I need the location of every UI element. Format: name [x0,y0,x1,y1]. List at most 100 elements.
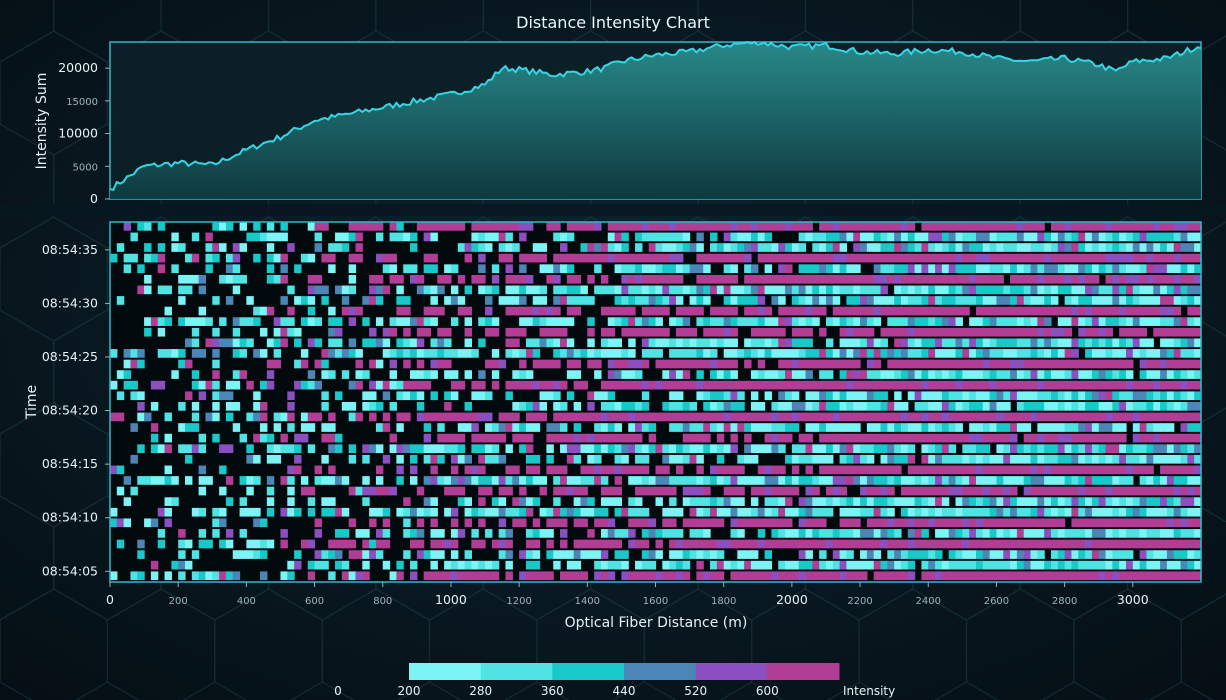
heatmap-cell [798,476,807,485]
heatmap-cell [791,370,800,379]
heatmap-cell [219,486,227,496]
heatmap-cell [539,507,547,517]
heatmap-cell [982,529,991,538]
heatmap-cell [962,349,970,358]
heatmap-cell [757,423,766,432]
heatmap-cell [1030,412,1038,422]
heatmap-cell [771,476,779,485]
heatmap-cell [948,349,957,358]
heatmap-cell [969,571,977,581]
heatmap-cell [873,222,882,231]
heatmap-cell [450,264,459,274]
heatmap-cell [1166,317,1175,326]
heatmap-cell [553,349,561,358]
heatmap-cell [1050,433,1059,443]
heatmap-cell [1119,529,1127,538]
heatmap-cell [478,571,486,581]
heatmap-cell [1078,338,1086,348]
heatmap-cell [860,338,868,348]
heatmap-cell [839,317,848,326]
heatmap-cell [1044,476,1052,485]
heatmap-cell [1119,370,1127,379]
heatmap-cell [150,380,159,390]
heatmap-cell [1064,465,1073,475]
heatmap-cell [1187,243,1195,252]
top-y-tick-label: 15000 [66,97,98,108]
heatmap-cell [1023,486,1032,496]
heatmap-cell [1112,380,1120,390]
heatmap-cell [798,327,807,337]
heatmap-cell [955,264,963,274]
heatmap-cell [362,296,370,305]
heatmap-cell [307,497,316,506]
heatmap-cell [600,444,609,454]
heatmap-cell [1125,370,1134,379]
heatmap-cell [819,253,827,263]
heatmap-cell [982,317,991,326]
heatmap-cell [757,285,766,295]
heatmap-cell [982,391,991,401]
heatmap-cell [744,560,752,570]
heatmap-cell [450,507,459,517]
heatmap-cell [553,433,561,443]
heatmap-cell [375,274,384,284]
heatmap-cell [1064,550,1073,559]
heatmap-cell [1119,306,1127,316]
heatmap-cell [1187,370,1195,379]
heatmap-cell [996,296,1004,305]
heatmap-cell [880,571,888,581]
heatmap-cell [546,423,554,432]
heatmap-cell [614,317,623,326]
heatmap-cell [130,454,138,464]
heatmap-cell [410,560,418,570]
heatmap-cell [948,338,957,348]
heatmap-cell [1010,539,1018,549]
heatmap-cell [321,550,329,559]
heatmap-cell [341,539,350,549]
heatmap-cell [294,444,302,454]
heatmap-cell [273,412,282,422]
heatmap-cell [778,391,786,401]
heatmap-cell [225,571,234,581]
heatmap-cell [853,264,861,274]
heatmap-cell [396,349,404,358]
heatmap-cell [430,222,438,231]
heatmap-cell [1187,264,1195,274]
heatmap-cell [1119,264,1127,274]
heatmap-cell [1016,306,1025,316]
heatmap-cell [1098,454,1107,464]
heatmap-cell [580,380,588,390]
heatmap-cell [560,402,568,411]
heatmap-cell [457,306,466,316]
heatmap-cell [969,560,977,570]
heatmap-cell [948,253,957,263]
heatmap-cell [1160,465,1168,475]
heatmap-cell [560,507,568,517]
heatmap-cell [819,264,827,274]
heatmap-cell [294,465,302,475]
heatmap-cell [764,370,773,379]
heatmap-cell [1132,486,1141,496]
heatmap-cell [587,402,595,411]
heatmap-cell [532,571,541,581]
heatmap-cell [1139,412,1148,422]
heatmap-cell [1119,465,1127,475]
heatmap-cell [1112,465,1120,475]
heatmap-cell [805,296,813,305]
heatmap-cell [914,380,923,390]
heatmap-cell [444,476,452,485]
heatmap-cell [962,327,970,337]
heatmap-cell [860,370,868,379]
heatmap-cell [1173,274,1182,284]
heatmap-cell [716,243,725,252]
heatmap-cell [778,465,786,475]
heatmap-cell [341,476,350,485]
heatmap-cell [689,529,698,538]
heatmap-cell [430,465,438,475]
heatmap-cell [880,391,888,401]
heatmap-cell [1023,550,1032,559]
heatmap-cell [955,550,963,559]
heatmap-cell [621,433,629,443]
heatmap-cell [669,402,677,411]
heatmap-cell [1016,539,1025,549]
